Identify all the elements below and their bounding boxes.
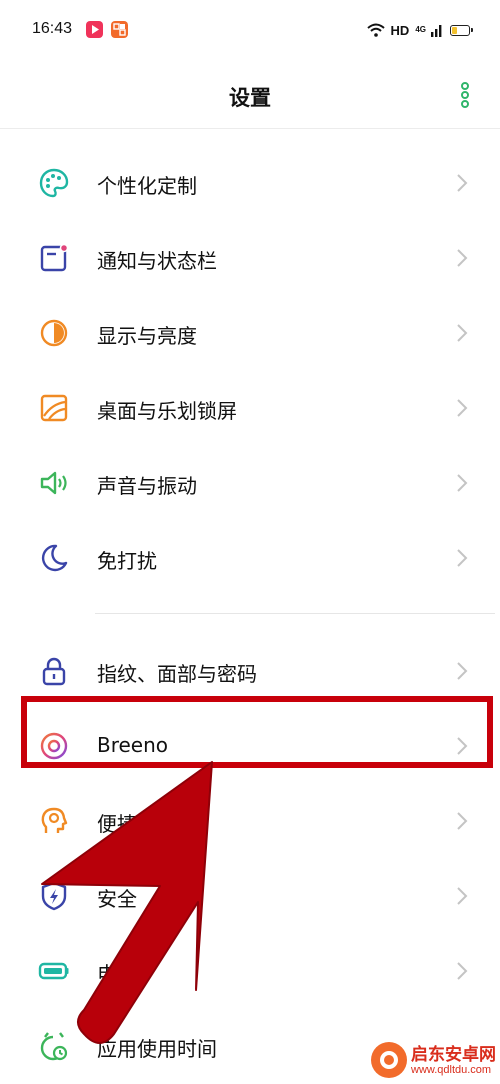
timer-icon xyxy=(40,1032,68,1061)
signal-icon xyxy=(431,25,442,37)
status-bar: 16:43 HD 4G xyxy=(0,0,500,60)
menu-label: 声音与振动 xyxy=(97,474,197,498)
status-time: 16:43 xyxy=(32,20,73,37)
group-divider xyxy=(95,613,495,614)
chevron-right-icon xyxy=(457,399,468,417)
menu-label: 安全 xyxy=(97,887,137,911)
more-vertical-icon[interactable] xyxy=(458,82,472,108)
chevron-right-icon xyxy=(457,887,468,905)
chevron-right-icon xyxy=(457,249,468,267)
header-divider xyxy=(0,128,500,129)
menu-label: 免打扰 xyxy=(97,549,157,573)
watermark-url: www.qdltdu.com xyxy=(411,1064,492,1076)
video-app-icon xyxy=(86,21,103,38)
watermark-text: 启东安卓网 xyxy=(411,1045,496,1064)
chevron-right-icon xyxy=(457,662,468,680)
menu-item-display[interactable]: 显示与亮度 xyxy=(0,295,500,370)
chevron-right-icon xyxy=(457,549,468,567)
page-title: 设置 xyxy=(229,86,271,110)
network-label: 4G xyxy=(415,25,426,34)
battery-icon xyxy=(38,962,69,980)
menu-item-convenience-assist[interactable]: 便捷辅助 xyxy=(0,783,500,858)
menu-item-personalization[interactable]: 个性化定制 xyxy=(0,145,500,220)
menu-label: 通知与状态栏 xyxy=(97,249,217,273)
moon-icon xyxy=(41,544,68,572)
palette-icon xyxy=(39,168,69,198)
battery-level xyxy=(452,26,458,34)
wifi-icon xyxy=(366,23,385,37)
menu-item-do-not-disturb[interactable]: 免打扰 xyxy=(0,520,500,595)
annotation-highlight-box xyxy=(21,696,493,768)
hd-label: HD xyxy=(390,22,410,38)
menu-label: 应用使用时间 xyxy=(97,1037,217,1061)
menu-item-notification[interactable]: 通知与状态栏 xyxy=(0,220,500,295)
menu-item-desktop-lockscreen[interactable]: 桌面与乐划锁屏 xyxy=(0,370,500,445)
battery-icon xyxy=(450,24,473,36)
notification-icon xyxy=(40,243,69,272)
wallpaper-icon xyxy=(40,394,68,422)
watermark: 启东安卓网 www.qdltdu.com xyxy=(365,1034,500,1084)
menu-label: 电池 xyxy=(97,962,137,986)
photo-app-icon xyxy=(111,21,128,38)
chevron-right-icon xyxy=(457,812,468,830)
menu-label: 个性化定制 xyxy=(97,174,197,198)
watermark-logo-icon xyxy=(371,1042,407,1078)
lock-icon xyxy=(42,657,66,686)
speaker-icon xyxy=(40,471,67,495)
menu-label: 显示与亮度 xyxy=(97,324,197,348)
menu-label: 指纹、面部与密码 xyxy=(97,662,257,686)
shield-icon xyxy=(41,881,67,911)
chevron-right-icon xyxy=(457,962,468,980)
title-bar: 设置 xyxy=(0,60,500,128)
chevron-right-icon xyxy=(457,174,468,192)
menu-label: 便捷辅助 xyxy=(97,812,177,836)
menu-label: 桌面与乐划锁屏 xyxy=(97,399,237,423)
brightness-icon xyxy=(40,319,68,347)
menu-item-battery[interactable]: 电池 xyxy=(0,933,500,1008)
menu-item-sound-vibration[interactable]: 声音与振动 xyxy=(0,445,500,520)
chevron-right-icon xyxy=(457,474,468,492)
menu-item-security[interactable]: 安全 xyxy=(0,858,500,933)
assist-icon xyxy=(41,807,68,833)
chevron-right-icon xyxy=(457,324,468,342)
